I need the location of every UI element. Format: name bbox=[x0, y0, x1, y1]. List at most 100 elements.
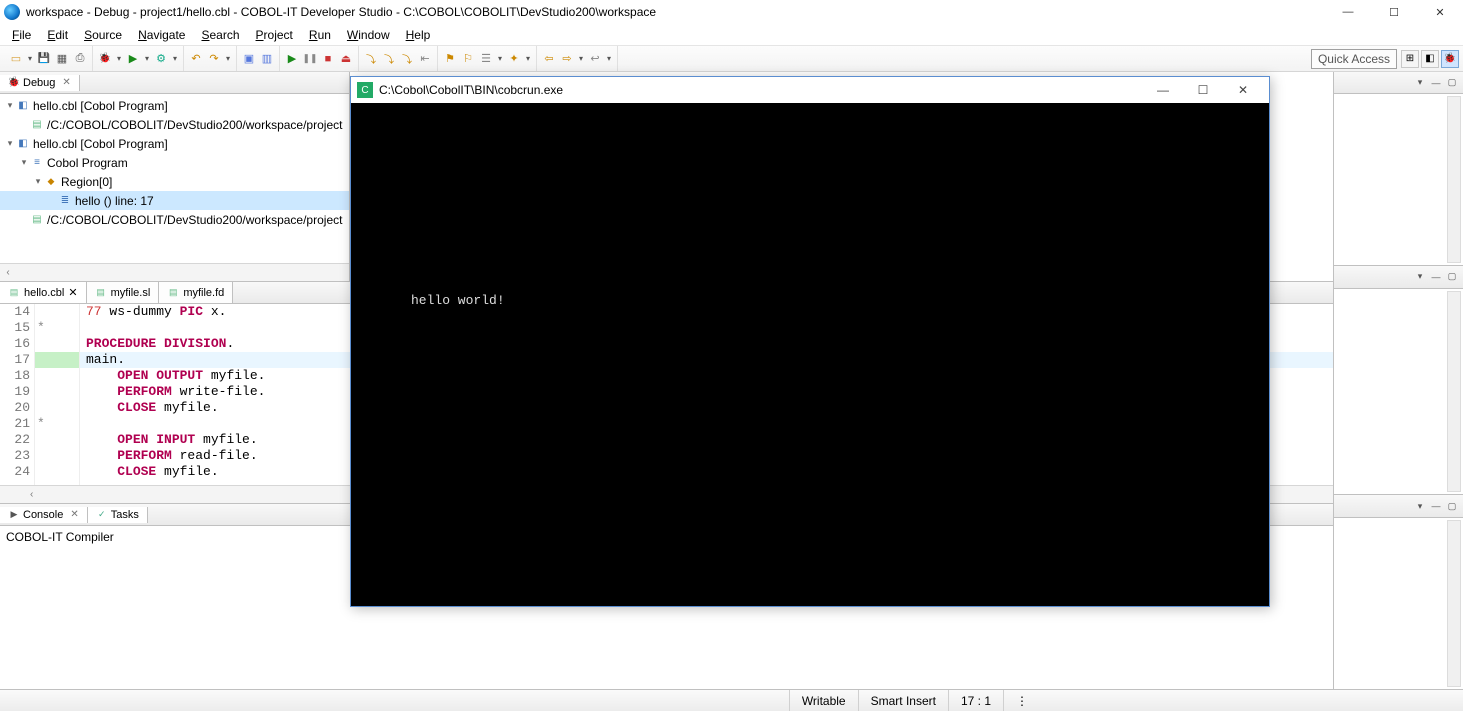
disconnect-button[interactable]: ⏏ bbox=[338, 51, 354, 67]
filter3-button[interactable]: ☰ bbox=[478, 51, 494, 67]
tree-row[interactable]: ▾hello.cbl [Cobol Program] bbox=[0, 134, 349, 153]
menu-source[interactable]: Source bbox=[76, 26, 130, 44]
app-icon bbox=[4, 4, 20, 20]
vscrollbar[interactable] bbox=[1447, 96, 1461, 263]
cobol-icon bbox=[16, 99, 30, 113]
tab-debug[interactable]: Debug ✕ bbox=[0, 75, 80, 91]
mini2-max-icon[interactable]: ▢ bbox=[1445, 270, 1459, 284]
tree-row[interactable]: /C:/COBOL/COBOLIT/DevStudio200/workspace… bbox=[0, 210, 349, 229]
filter4-dropdown[interactable]: ▾ bbox=[524, 54, 532, 63]
undo-button[interactable]: ↶ bbox=[188, 51, 204, 67]
close-icon[interactable]: ✕ bbox=[70, 509, 78, 520]
mini2-min-icon[interactable]: — bbox=[1429, 270, 1443, 284]
nav-fwd-button[interactable]: ⇨ bbox=[559, 51, 575, 67]
debug-dropdown[interactable]: ▾ bbox=[115, 54, 123, 63]
cobcrun-minimize-button[interactable]: — bbox=[1143, 83, 1183, 97]
nav-last-button[interactable]: ↩ bbox=[587, 51, 603, 67]
resume-button[interactable] bbox=[284, 51, 300, 67]
mini-min-icon[interactable]: — bbox=[1429, 76, 1443, 90]
menu-search[interactable]: Search bbox=[193, 26, 247, 44]
cobcrun-title: C:\Cobol\CobolIT\BIN\cobcrun.exe bbox=[379, 83, 563, 97]
tab-console[interactable]: Console✕ bbox=[0, 507, 88, 523]
menu-project[interactable]: Project bbox=[248, 26, 301, 44]
menu-run[interactable]: Run bbox=[301, 26, 339, 44]
ext-tools-button[interactable]: ⚙ bbox=[153, 51, 169, 67]
stack-icon bbox=[58, 194, 72, 208]
cobcrun-titlebar[interactable]: C C:\Cobol\CobolIT\BIN\cobcrun.exe — ☐ ✕ bbox=[351, 77, 1269, 103]
step-into-button[interactable] bbox=[363, 51, 379, 67]
close-button[interactable]: ✕ bbox=[1417, 0, 1463, 24]
debug-button[interactable] bbox=[97, 51, 113, 67]
tree-row[interactable]: ▾Cobol Program bbox=[0, 153, 349, 172]
vscrollbar-3[interactable] bbox=[1447, 520, 1461, 687]
tree-row[interactable]: ▾Region[0] bbox=[0, 172, 349, 191]
suspend-button[interactable] bbox=[302, 51, 318, 67]
mini3-max-icon[interactable]: ▢ bbox=[1445, 499, 1459, 513]
run-dropdown[interactable]: ▾ bbox=[143, 54, 151, 63]
filter2-button[interactable]: ⚐ bbox=[460, 51, 476, 67]
cobcrun-maximize-button[interactable]: ☐ bbox=[1183, 83, 1223, 97]
vscrollbar-2[interactable] bbox=[1447, 291, 1461, 492]
debug-hscroll[interactable]: ‹ bbox=[0, 263, 349, 281]
filter1-button[interactable]: ⚑ bbox=[442, 51, 458, 67]
minimize-button[interactable]: — bbox=[1325, 0, 1371, 24]
filter3-dropdown[interactable]: ▾ bbox=[496, 54, 504, 63]
print-button[interactable]: ⎙ bbox=[72, 51, 88, 67]
save-all-button[interactable]: ▦ bbox=[54, 51, 70, 67]
mini-max-icon[interactable]: ▢ bbox=[1445, 76, 1459, 90]
tree-row[interactable]: /C:/COBOL/COBOLIT/DevStudio200/workspace… bbox=[0, 115, 349, 134]
mini2-dropdown-icon[interactable]: ▾ bbox=[1413, 270, 1427, 284]
redo-dropdown[interactable]: ▾ bbox=[224, 54, 232, 63]
save-button[interactable] bbox=[36, 51, 52, 67]
tree-row[interactable]: ▾hello.cbl [Cobol Program] bbox=[0, 96, 349, 115]
tab-debug-label: Debug bbox=[23, 77, 55, 89]
new-dropdown[interactable]: ▾ bbox=[26, 54, 34, 63]
scroll-left-icon[interactable]: ‹ bbox=[0, 267, 16, 278]
tab-tasks[interactable]: Tasks bbox=[88, 507, 148, 523]
file-icon bbox=[167, 287, 179, 299]
toggle-ws-button[interactable]: ▥ bbox=[259, 51, 275, 67]
mini-dropdown-icon[interactable]: ▾ bbox=[1413, 76, 1427, 90]
cobol-perspective-button[interactable]: ◧ bbox=[1421, 50, 1439, 68]
cobcrun-close-button[interactable]: ✕ bbox=[1223, 83, 1263, 97]
mini3-dropdown-icon[interactable]: ▾ bbox=[1413, 499, 1427, 513]
new-button[interactable] bbox=[8, 51, 24, 67]
toolbar: ▾ ▦ ⎙ ▾ ▾ ⚙▾ ↶ ↷▾ ▣ ▥ ⏏ ⇤ ⚑ ⚐ ☰▾ ✦▾ ⇦ ⇨▾… bbox=[0, 46, 1463, 72]
tree-row[interactable]: hello () line: 17 bbox=[0, 191, 349, 210]
editor-tab-myfile-fd[interactable]: myfile.fd bbox=[159, 282, 233, 303]
toggle-mark-button[interactable]: ▣ bbox=[241, 51, 257, 67]
step-return-button[interactable] bbox=[399, 51, 415, 67]
statusbar: Writable Smart Insert 17 : 1 ⋮ bbox=[0, 689, 1463, 711]
tree-label: Region[0] bbox=[61, 175, 112, 189]
tree-label: /C:/COBOL/COBOLIT/DevStudio200/workspace… bbox=[47, 213, 342, 227]
menu-window[interactable]: Window bbox=[339, 26, 398, 44]
run-button[interactable] bbox=[125, 51, 141, 67]
menu-edit[interactable]: Edit bbox=[39, 26, 76, 44]
open-perspective-button[interactable]: ⊞ bbox=[1401, 50, 1419, 68]
nav-fwd-dropdown[interactable]: ▾ bbox=[577, 54, 585, 63]
mini3-min-icon[interactable]: — bbox=[1429, 499, 1443, 513]
status-insert: Smart Insert bbox=[858, 690, 948, 711]
drop-frame-button[interactable]: ⇤ bbox=[417, 51, 433, 67]
menu-help[interactable]: Help bbox=[398, 26, 439, 44]
cobcrun-window[interactable]: C C:\Cobol\CobolIT\BIN\cobcrun.exe — ☐ ✕… bbox=[350, 76, 1270, 607]
quick-access-input[interactable]: Quick Access bbox=[1311, 49, 1397, 69]
window-title: workspace - Debug - project1/hello.cbl -… bbox=[26, 5, 1459, 19]
nav-back-button[interactable]: ⇦ bbox=[541, 51, 557, 67]
terminate-button[interactable] bbox=[320, 51, 336, 67]
editor-tab-hello-cbl[interactable]: hello.cbl✕ bbox=[0, 282, 87, 303]
redo-button[interactable]: ↷ bbox=[206, 51, 222, 67]
maximize-button[interactable]: ☐ bbox=[1371, 0, 1417, 24]
tree-label: hello () line: 17 bbox=[75, 194, 154, 208]
filter4-button[interactable]: ✦ bbox=[506, 51, 522, 67]
editor-tab-myfile-sl[interactable]: myfile.sl bbox=[87, 282, 160, 303]
nav-last-dropdown[interactable]: ▾ bbox=[605, 54, 613, 63]
menu-file[interactable]: File bbox=[4, 26, 39, 44]
step-over-button[interactable] bbox=[381, 51, 397, 67]
close-icon[interactable]: ✕ bbox=[62, 77, 70, 88]
debug-tree[interactable]: ▾hello.cbl [Cobol Program]/C:/COBOL/COBO… bbox=[0, 94, 349, 263]
ext-tools-dropdown[interactable]: ▾ bbox=[171, 54, 179, 63]
debug-perspective-button[interactable]: 🐞 bbox=[1441, 50, 1459, 68]
close-icon[interactable]: ✕ bbox=[68, 286, 77, 299]
menu-navigate[interactable]: Navigate bbox=[130, 26, 193, 44]
